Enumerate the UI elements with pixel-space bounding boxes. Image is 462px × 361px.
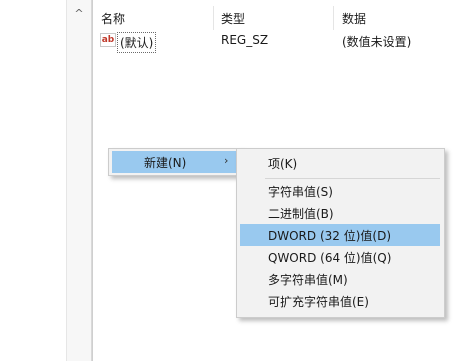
column-separator[interactable]	[333, 6, 334, 30]
new-submenu: 项(K) 字符串值(S) 二进制值(B) DWORD (32 位)值(D) QW…	[236, 148, 445, 318]
submenu-item-label: 二进制值(B)	[268, 207, 334, 221]
submenu-item-label: 多字符串值(M)	[268, 273, 348, 287]
submenu-item-label: 字符串值(S)	[268, 185, 333, 199]
menu-item-new-label: 新建(N)	[144, 156, 187, 170]
tree-scrollbar[interactable]: ^	[66, 0, 92, 361]
submenu-item-label: 项(K)	[268, 157, 298, 171]
value-name[interactable]: (默认)	[117, 32, 157, 53]
string-value-icon: ab	[100, 33, 116, 47]
context-menu: 新建(N) ›	[108, 148, 244, 176]
submenu-item-expandable-string-value[interactable]: 可扩充字符串值(E)	[240, 290, 440, 312]
submenu-item-binary-value[interactable]: 二进制值(B)	[240, 202, 440, 224]
submenu-item-string-value[interactable]: 字符串值(S)	[240, 180, 440, 202]
column-header-name[interactable]: 名称	[101, 10, 125, 27]
key-tree-pane: ^	[0, 0, 92, 361]
value-data: (数值未设置)	[342, 35, 412, 49]
value-type: REG_SZ	[221, 33, 269, 47]
chevron-right-icon: ›	[224, 154, 229, 167]
submenu-item-label: DWORD (32 位)值(D)	[268, 229, 391, 243]
column-header-type[interactable]: 类型	[221, 10, 245, 27]
submenu-item-qword-value[interactable]: QWORD (64 位)值(Q)	[240, 246, 440, 268]
column-separator[interactable]	[213, 6, 214, 30]
column-header-data[interactable]: 数据	[342, 10, 366, 27]
menu-separator	[265, 178, 440, 179]
submenu-item-label: QWORD (64 位)值(Q)	[268, 251, 392, 265]
submenu-item-key[interactable]: 项(K)	[240, 152, 440, 174]
submenu-item-dword-value[interactable]: DWORD (32 位)值(D)	[240, 224, 440, 246]
menu-item-new[interactable]: 新建(N) ›	[112, 151, 239, 173]
submenu-item-multi-string-value[interactable]: 多字符串值(M)	[240, 268, 440, 290]
value-row-default[interactable]: ab (默认) REG_SZ (数值未设置)	[93, 31, 462, 53]
submenu-item-label: 可扩充字符串值(E)	[268, 295, 369, 309]
scroll-up-icon[interactable]: ^	[67, 6, 91, 20]
